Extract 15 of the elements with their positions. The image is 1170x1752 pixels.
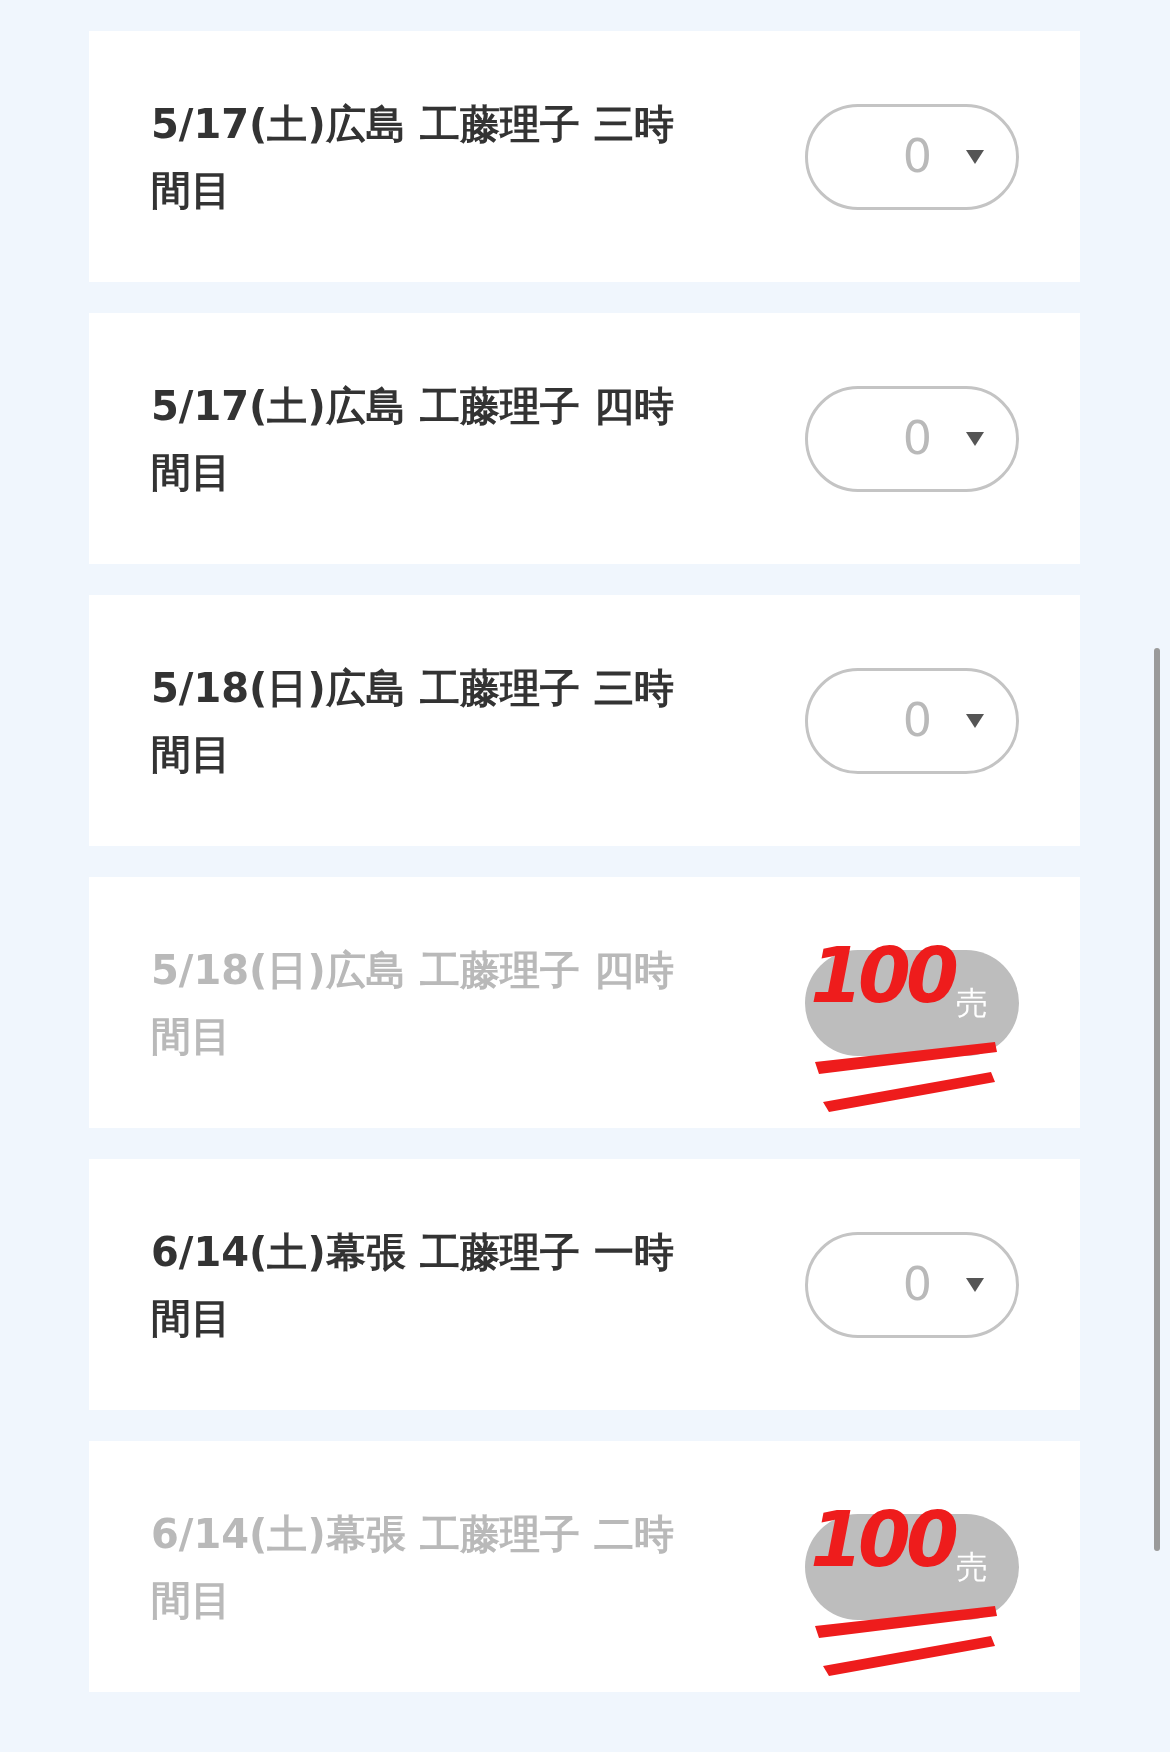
event-title: 6/14(土)幕張 工藤理子 一時間目 bbox=[151, 1227, 675, 1343]
caret-icon bbox=[966, 149, 984, 164]
caret-icon bbox=[966, 1277, 984, 1292]
quantity-select[interactable]: 0 bbox=[805, 1231, 1019, 1338]
quantity-select[interactable]: 0 bbox=[805, 385, 1019, 492]
event-title: 5/17(土)広島 工藤理子 三時間目 bbox=[151, 99, 675, 215]
event-title: 5/18(日)広島 工藤理子 三時間目 bbox=[151, 663, 675, 779]
caret-icon bbox=[966, 713, 984, 728]
event-title: 6/14(土)幕張 工藤理子 二時間目 bbox=[151, 1509, 675, 1625]
caret-icon bbox=[966, 431, 984, 446]
scrollbar[interactable] bbox=[1154, 648, 1160, 1551]
quantity-select[interactable]: 0 bbox=[805, 667, 1019, 774]
quantity-select[interactable]: 0 bbox=[805, 103, 1019, 210]
event-title: 5/17(土)広島 工藤理子 四時間目 bbox=[151, 381, 675, 497]
event-title: 5/18(日)広島 工藤理子 四時間目 bbox=[151, 945, 675, 1061]
